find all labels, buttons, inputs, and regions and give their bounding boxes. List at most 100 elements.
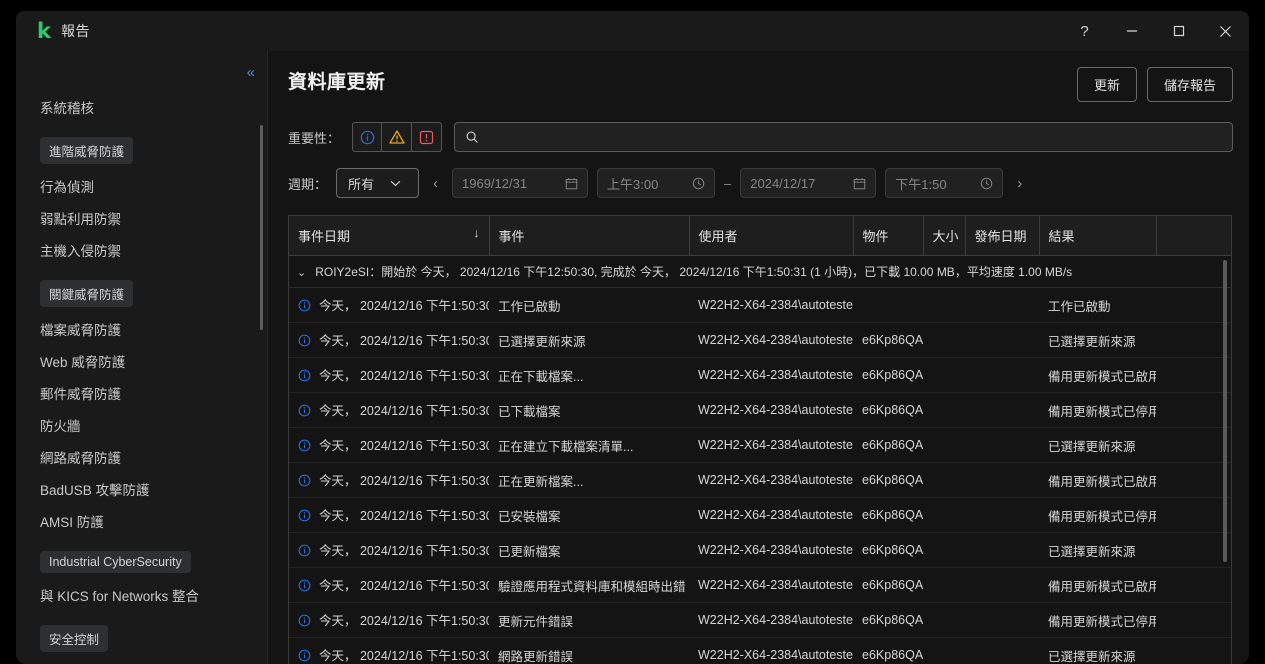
cell-result: 備用更新模式已停用 xyxy=(1039,603,1156,638)
table-header-label: 事件日期 xyxy=(298,229,350,244)
table-header-release_date[interactable]: 發佈日期 xyxy=(965,216,1039,256)
period-filter-row: 週期： 所有 ‹ 1969/12/31 xyxy=(288,168,1233,198)
sidebar-scrollbar[interactable] xyxy=(260,125,263,330)
events-table-head: 事件日期↓事件使用者物件大小發佈日期結果 xyxy=(289,216,1231,256)
sidebar-item-11[interactable]: BadUSB 攻擊防護 xyxy=(16,473,267,505)
cell-spacer xyxy=(1156,463,1231,498)
period-prev-button[interactable]: ‹ xyxy=(428,174,443,193)
period-select[interactable]: 所有 xyxy=(336,168,419,198)
cell-user: W22H2-X64-2384\autotester xyxy=(689,323,853,358)
warning-triangle-icon xyxy=(389,129,405,145)
main-content: 資料庫更新 更新 儲存報告 重要性： xyxy=(268,51,1249,664)
table-header-spacer[interactable] xyxy=(1156,216,1231,256)
help-button[interactable]: ? xyxy=(1061,11,1108,51)
table-group-cell: ⌄ ROIY2eSI：開始於 今天， 2024/12/16 下午12:50:30,… xyxy=(289,256,1231,288)
sidebar-collapse-button[interactable]: « xyxy=(243,63,257,82)
cell-user: W22H2-X64-2384\autotester xyxy=(689,638,853,664)
refresh-button[interactable]: 更新 xyxy=(1077,67,1137,102)
severity-warning-button[interactable] xyxy=(382,122,412,152)
cell-object: e6Kp86QA xyxy=(853,393,923,428)
events-table-group: ⌄ ROIY2eSI：開始於 今天， 2024/12/16 下午12:50:30,… xyxy=(289,256,1231,288)
table-row[interactable]: 今天， 2024/12/16 下午1:50:30正在建立下載檔案清單...W22… xyxy=(289,428,1231,463)
sidebar-item-3[interactable]: 弱點利用防禦 xyxy=(16,202,267,234)
title-bar: k 報告 ? xyxy=(16,11,1249,51)
time-from-field[interactable]: 上午3:00 xyxy=(597,168,715,198)
info-circle-icon xyxy=(298,579,311,595)
cell-object xyxy=(853,288,923,323)
sidebar-item-4[interactable]: 主機入侵防禦 xyxy=(16,234,267,266)
cell-date: 今天， 2024/12/16 下午1:50:30 xyxy=(289,428,489,463)
table-row[interactable]: 今天， 2024/12/16 下午1:50:30正在更新檔案...W22H2-X… xyxy=(289,463,1231,498)
info-circle-icon xyxy=(298,474,311,487)
chevron-down-icon[interactable]: ⌄ xyxy=(297,266,306,279)
table-group-text: ROIY2eSI：開始於 今天， 2024/12/16 下午12:50:30, … xyxy=(315,265,1072,279)
sidebar: « 系統稽核進階威脅防護行為偵測弱點利用防禦主機入侵防禦關鍵威脅防護檔案威脅防護… xyxy=(16,51,268,664)
time-to-field[interactable]: 下午1:50 xyxy=(885,168,1003,198)
sidebar-item-10[interactable]: 網路威脅防護 xyxy=(16,441,267,473)
info-circle-icon xyxy=(298,579,311,592)
maximize-button[interactable] xyxy=(1155,11,1202,51)
sidebar-item-14[interactable]: 與 KICS for Networks 整合 xyxy=(16,579,267,611)
table-row[interactable]: 今天， 2024/12/16 下午1:50:30已選擇更新來源W22H2-X64… xyxy=(289,323,1231,358)
cell-object: e6Kp86QA xyxy=(853,603,923,638)
table-header-result[interactable]: 結果 xyxy=(1039,216,1156,256)
cell-release-date xyxy=(965,638,1039,664)
cell-user: W22H2-X64-2384\autotester xyxy=(689,463,853,498)
sidebar-section-1: 進階威脅防護 xyxy=(40,137,133,164)
table-row[interactable]: 今天， 2024/12/16 下午1:50:30已安裝檔案W22H2-X64-2… xyxy=(289,498,1231,533)
table-row[interactable]: 今天， 2024/12/16 下午1:50:30正在下載檔案...W22H2-X… xyxy=(289,358,1231,393)
table-header-size[interactable]: 大小 xyxy=(923,216,965,256)
cell-event: 已下載檔案 xyxy=(489,393,689,428)
table-header-object[interactable]: 物件 xyxy=(853,216,923,256)
close-icon xyxy=(1219,25,1232,38)
cell-result: 備用更新模式已啟用 xyxy=(1039,568,1156,603)
cell-result: 已選擇更新來源 xyxy=(1039,533,1156,568)
table-header-user[interactable]: 使用者 xyxy=(689,216,853,256)
range-separator: – xyxy=(724,176,731,191)
table-row[interactable]: 今天， 2024/12/16 下午1:50:30驗證應用程式資料庫和模組時出錯W… xyxy=(289,568,1231,603)
cell-user: W22H2-X64-2384\autotester xyxy=(689,288,853,323)
sidebar-item-12[interactable]: AMSI 防護 xyxy=(16,505,267,537)
table-row[interactable]: 今天， 2024/12/16 下午1:50:30已下載檔案W22H2-X64-2… xyxy=(289,393,1231,428)
cell-object: e6Kp86QA xyxy=(853,638,923,664)
search-box[interactable] xyxy=(454,122,1233,152)
table-row[interactable]: 今天， 2024/12/16 下午1:50:30網路更新錯誤W22H2-X64-… xyxy=(289,638,1231,664)
date-to-field[interactable]: 2024/12/17 xyxy=(740,168,876,198)
period-next-button[interactable]: › xyxy=(1012,174,1027,193)
severity-critical-button[interactable] xyxy=(412,122,442,152)
save-report-button[interactable]: 儲存報告 xyxy=(1147,67,1233,102)
cell-spacer xyxy=(1156,393,1231,428)
cell-size xyxy=(923,323,965,358)
table-row[interactable]: 今天， 2024/12/16 下午1:50:30已更新檔案W22H2-X64-2… xyxy=(289,533,1231,568)
severity-info-button[interactable] xyxy=(352,122,382,152)
sidebar-section-wrap: 進階威脅防護 xyxy=(16,123,267,170)
cell-event: 已安裝檔案 xyxy=(489,498,689,533)
period-label: 週期： xyxy=(288,174,327,193)
cell-object: e6Kp86QA xyxy=(853,498,923,533)
sidebar-item-16[interactable]: 自適應異常控制 xyxy=(16,658,267,664)
table-header-event[interactable]: 事件 xyxy=(489,216,689,256)
cell-size xyxy=(923,428,965,463)
table-group-row[interactable]: ⌄ ROIY2eSI：開始於 今天， 2024/12/16 下午12:50:30,… xyxy=(289,256,1231,288)
search-input[interactable] xyxy=(487,130,1222,145)
cell-release-date xyxy=(965,393,1039,428)
cell-size xyxy=(923,638,965,664)
table-scrollbar[interactable] xyxy=(1223,260,1227,562)
date-from-field[interactable]: 1969/12/31 xyxy=(452,168,588,198)
minimize-button[interactable] xyxy=(1108,11,1155,51)
cell-date-value: 今天， 2024/12/16 下午1:50:30 xyxy=(319,509,489,523)
cell-date: 今天， 2024/12/16 下午1:50:30 xyxy=(289,498,489,533)
info-circle-icon xyxy=(298,474,311,490)
sidebar-item-8[interactable]: 郵件威脅防護 xyxy=(16,377,267,409)
table-row[interactable]: 今天， 2024/12/16 下午1:50:30工作已啟動W22H2-X64-2… xyxy=(289,288,1231,323)
date-from-value: 1969/12/31 xyxy=(462,176,527,191)
sidebar-item-7[interactable]: Web 威脅防護 xyxy=(16,345,267,377)
info-circle-icon xyxy=(298,509,311,525)
sidebar-item-2[interactable]: 行為偵測 xyxy=(16,170,267,202)
sidebar-item-6[interactable]: 檔案威脅防護 xyxy=(16,313,267,345)
table-row[interactable]: 今天， 2024/12/16 下午1:50:30更新元件錯誤W22H2-X64-… xyxy=(289,603,1231,638)
table-header-date[interactable]: 事件日期↓ xyxy=(289,216,489,256)
close-button[interactable] xyxy=(1202,11,1249,51)
sidebar-item-0[interactable]: 系統稽核 xyxy=(16,91,267,123)
sidebar-item-9[interactable]: 防火牆 xyxy=(16,409,267,441)
